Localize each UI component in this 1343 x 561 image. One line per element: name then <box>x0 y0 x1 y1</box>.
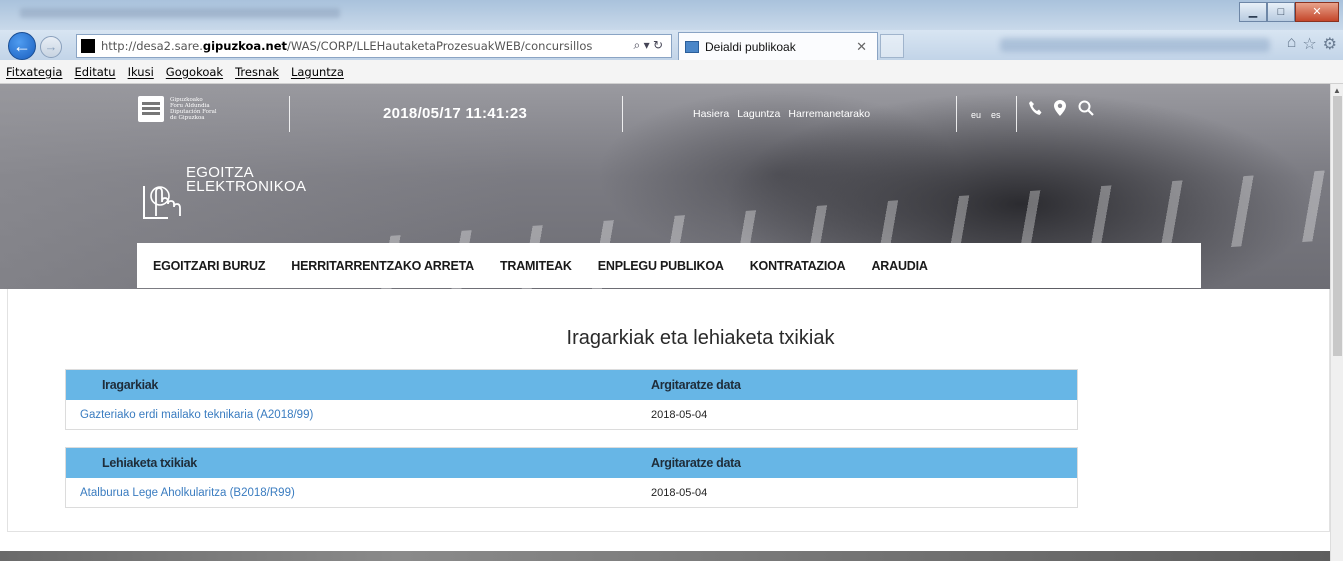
header-divider <box>622 96 623 132</box>
header-links: Hasiera Laguntza Harremanetarako <box>693 108 870 120</box>
lang-eu[interactable]: eu <box>971 110 981 120</box>
column-header-title: Lehiaketa txikiak <box>102 456 197 470</box>
nav-egoitzari-buruz[interactable]: EGOITZARI BURUZ <box>153 259 265 273</box>
page-title: Iragarkiak eta lehiaketa txikiak <box>566 327 835 349</box>
back-arrow-icon[interactable]: ← <box>8 32 36 60</box>
window-titlebar: ▁ □ ✕ <box>0 0 1343 30</box>
menu-help[interactable]: Laguntza <box>291 65 344 79</box>
publication-date: 2018-05-04 <box>651 486 708 499</box>
browser-nav-row: ← → http://desa2.sare.gipuzkoa.net/WAS/C… <box>0 30 1343 60</box>
header-divider <box>289 96 290 132</box>
home-icon[interactable]: ⌂ <box>1287 34 1297 54</box>
menu-tools[interactable]: Tresnak <box>235 65 279 79</box>
phone-icon[interactable] <box>1028 100 1042 121</box>
gear-icon[interactable]: ⚙ <box>1323 34 1337 54</box>
table-row: Atalburua Lege Aholkularitza (B2018/R99)… <box>66 478 1077 507</box>
table-header: Lehiaketa txikiak Argitaratze data <box>66 448 1077 478</box>
table-header: Iragarkiak Argitaratze data <box>66 370 1077 400</box>
publication-date: 2018-05-04 <box>651 408 708 421</box>
gipuzkoa-logo-text: Gipuzkoako Foru Aldundia Diputación Fora… <box>170 97 217 121</box>
nav-tramiteak[interactable]: TRAMITEAK <box>500 259 572 273</box>
blurred-region <box>1000 38 1270 52</box>
forward-arrow-icon[interactable]: → <box>40 36 62 58</box>
main-nav: EGOITZARI BURUZ HERRITARRENTZAKO ARRETA … <box>137 243 1201 288</box>
gipuzkoa-logo[interactable]: Gipuzkoako Foru Aldundia Diputación Fora… <box>138 96 248 126</box>
announcements-table: Iragarkiak Argitaratze data Gazteriako e… <box>65 369 1078 430</box>
location-pin-icon[interactable] <box>1054 100 1066 121</box>
menu-bar: Fitxategia Editatu Ikusi Gogokoak Tresna… <box>0 60 1343 84</box>
main-content: Iragarkiak eta lehiaketa txikiak Iragark… <box>7 289 1330 532</box>
announcement-link[interactable]: Gazteriako erdi mailako teknikaria (A201… <box>66 409 651 421</box>
contest-link[interactable]: Atalburua Lege Aholkularitza (B2018/R99) <box>66 487 651 499</box>
table-row: Gazteriako erdi mailako teknikaria (A201… <box>66 400 1077 429</box>
link-help[interactable]: Laguntza <box>737 108 780 120</box>
maximize-button[interactable]: □ <box>1267 2 1295 22</box>
menu-view[interactable]: Ikusi <box>128 65 154 79</box>
new-tab-button[interactable] <box>880 34 904 58</box>
menu-file[interactable]: Fitxategia <box>6 65 62 79</box>
browser-tab[interactable]: Deialdi publikoak ✕ <box>678 32 878 60</box>
window-controls: ▁ □ ✕ <box>1239 2 1339 22</box>
column-header-date: Argitaratze data <box>651 378 741 392</box>
address-tools: ⌕ ▾ ↻ <box>633 38 663 53</box>
column-header-date: Argitaratze data <box>651 456 741 470</box>
link-contact[interactable]: Harremanetarako <box>788 108 870 120</box>
nav-kontratazioa[interactable]: KONTRATAZIOA <box>750 259 846 273</box>
nav-enplegu-publikoa[interactable]: ENPLEGU PUBLIKOA <box>598 259 724 273</box>
window-title-blurred <box>20 8 340 18</box>
header-icons <box>1028 100 1094 121</box>
search-icon[interactable] <box>1078 100 1094 121</box>
egoitza-elektronikoa-logo[interactable]: EGOITZA ELEKTRONIKOA <box>140 164 330 224</box>
dropdown-icon[interactable]: ▾ <box>644 38 650 52</box>
minimize-button[interactable]: ▁ <box>1239 2 1267 22</box>
column-header-title: Iragarkiak <box>102 378 159 392</box>
close-tab-icon[interactable]: ✕ <box>856 39 867 55</box>
header-divider <box>956 96 957 132</box>
browser-tools: ⌂ ☆ ⚙ <box>1287 34 1337 54</box>
tab-favicon <box>685 41 699 53</box>
close-window-button[interactable]: ✕ <box>1295 2 1339 22</box>
small-contests-table: Lehiaketa txikiak Argitaratze data Atalb… <box>65 447 1078 508</box>
menu-favorites[interactable]: Gogokoak <box>166 65 223 79</box>
address-bar[interactable]: http://desa2.sare.gipuzkoa.net/WAS/CORP/… <box>76 34 672 58</box>
refresh-icon[interactable]: ↻ <box>653 38 663 52</box>
tab-title: Deialdi publikoak <box>705 40 796 54</box>
scrollbar-thumb[interactable] <box>1333 96 1342 356</box>
header-divider <box>1016 96 1017 132</box>
header-datetime: 2018/05/17 11:41:23 <box>383 105 528 122</box>
lang-es[interactable]: es <box>991 110 1001 120</box>
link-home[interactable]: Hasiera <box>693 108 729 120</box>
egoitza-text: EGOITZA ELEKTRONIKOA <box>186 164 307 195</box>
site-favicon <box>81 39 95 53</box>
star-icon[interactable]: ☆ <box>1302 34 1316 54</box>
hand-pointer-icon <box>143 186 181 219</box>
language-switcher: eu es <box>971 110 1001 120</box>
footer-strip <box>0 551 1330 561</box>
nav-araudia[interactable]: ARAUDIA <box>871 259 927 273</box>
menu-edit[interactable]: Editatu <box>74 65 115 79</box>
url-text[interactable]: http://desa2.sare.gipuzkoa.net/WAS/CORP/… <box>101 39 592 53</box>
scroll-up-icon[interactable]: ▲ <box>1333 86 1341 95</box>
gipuzkoa-emblem-icon <box>138 96 164 122</box>
nav-herritarrentzako-arreta[interactable]: HERRITARRENTZAKO ARRETA <box>291 259 474 273</box>
vertical-scrollbar[interactable]: ▲ <box>1330 84 1343 561</box>
search-icon[interactable]: ⌕ <box>633 38 640 52</box>
